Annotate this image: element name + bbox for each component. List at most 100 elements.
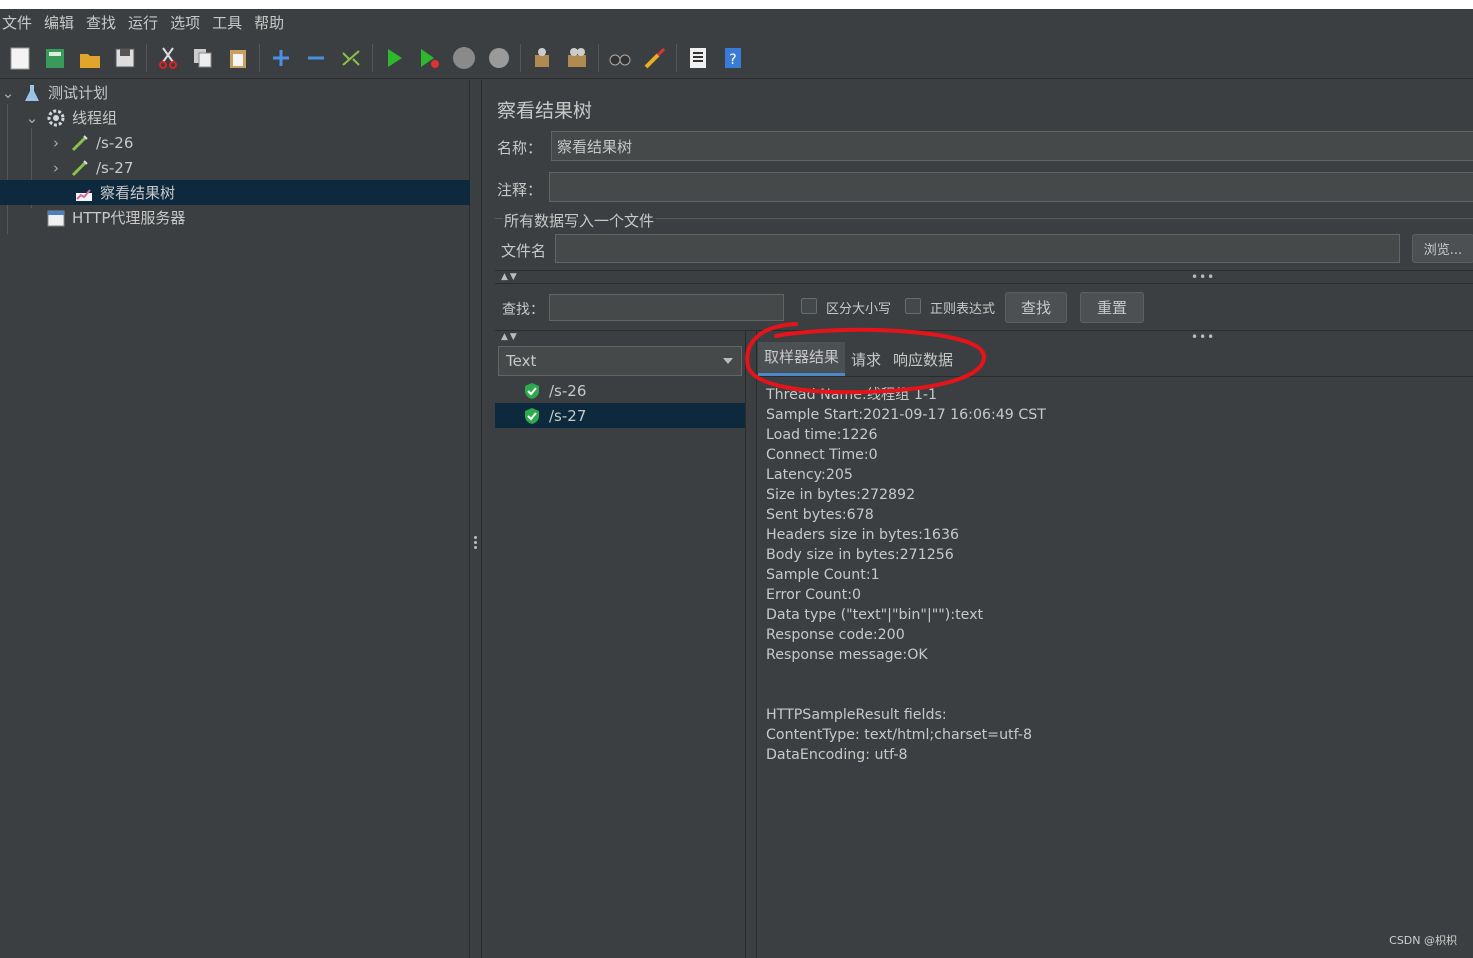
window-icon [46,208,66,228]
chevron-right-icon[interactable]: › [50,159,62,177]
toolbar-separator [259,43,260,72]
toolbar-separator [520,43,521,72]
result-item[interactable]: /s-26 [495,378,745,403]
toolbar-separator [372,43,373,72]
renderer-selected: Text [506,352,537,370]
flask-icon [22,83,42,103]
result-label: /s-26 [549,381,587,400]
templates-icon[interactable] [41,44,69,72]
detail-line: Data type ("text"|"bin"|""):text [766,607,984,623]
comment-label: 注释： [497,181,543,199]
section-divider [495,270,1473,271]
filename-field[interactable] [555,234,1400,263]
reset-button[interactable]: 重置 [1080,292,1144,323]
tree-label: HTTP代理服务器 [72,209,186,227]
comment-field[interactable] [549,172,1473,202]
detail-line: ContentType: text/html;charset=utf-8 [766,727,1032,743]
open-icon[interactable] [76,44,104,72]
results-split-divider[interactable] [745,330,757,958]
toolbar: ? [0,37,1473,79]
start-icon[interactable] [380,44,408,72]
pipette-icon [70,158,90,178]
name-label: 名称： [497,139,543,157]
chevron-down-icon[interactable]: ⌄ [26,109,39,127]
menu-search[interactable]: 查找 [86,12,116,33]
watermark: CSDN @枳枳 [1389,934,1457,947]
detail-line: Load time:1226 [766,427,878,443]
chevron-down-icon[interactable]: ⌄ [2,84,15,102]
tree-label: 察看结果树 [100,184,176,202]
collapse-icon[interactable] [302,44,330,72]
tree-label: 测试计划 [48,84,109,102]
search-icon[interactable] [606,44,634,72]
tree-item-sampler[interactable]: › /s-26 [50,130,133,155]
tree-guide-line [7,104,8,234]
detail-line: HTTPSampleResult fields: [766,707,947,723]
detail-line: Headers size in bytes:1636 [766,527,959,543]
search-label: 查找： [502,302,544,318]
toggle-icon[interactable] [337,44,365,72]
clear-icon[interactable] [528,44,556,72]
detail-line: Response message:OK [766,647,928,663]
tree-item-sampler[interactable]: › /s-27 [50,155,133,180]
toolbar-separator [146,43,147,72]
detail-line [766,665,1466,685]
renderer-select[interactable]: Text [498,346,742,376]
page-title: 察看结果树 [497,100,593,122]
pipette-icon [70,133,90,153]
menu-help[interactable]: 帮助 [254,12,284,33]
browse-button[interactable]: 浏览... [1412,234,1473,263]
cut-icon[interactable] [154,44,182,72]
chevron-down-icon [723,358,733,364]
drag-handle-icon[interactable]: ••• [1191,330,1215,344]
regex-label: 正则表达式 [930,302,996,317]
window-top-strip [0,0,1473,9]
main-split-divider[interactable] [470,80,482,958]
section-divider [495,283,1473,284]
collapse-arrows-icon[interactable]: ▲▼ [501,332,519,342]
start-no-pause-icon[interactable] [415,44,443,72]
detail-line: Sample Count:1 [766,567,880,583]
menu-options[interactable]: 选项 [170,12,200,33]
tree-label: /s-26 [96,133,134,152]
toolbar-separator [676,43,677,72]
tree-item-listener[interactable]: 察看结果树 [0,180,470,205]
result-item[interactable]: /s-27 [495,403,745,428]
drag-handle-icon[interactable]: ••• [1191,270,1215,284]
copy-icon[interactable] [189,44,217,72]
save-icon[interactable] [111,44,139,72]
name-field[interactable]: 察看结果树 [551,131,1473,161]
detail-line: Body size in bytes:271256 [766,547,954,563]
menu-tools[interactable]: 工具 [212,12,242,33]
tree-item-proxy[interactable]: HTTP代理服务器 [46,205,185,230]
case-sensitive-checkbox[interactable] [801,298,817,314]
function-helper-icon[interactable] [684,44,712,72]
help-icon[interactable]: ? [719,44,747,72]
menu-file[interactable]: 文件 [2,12,32,33]
tree-item-test-plan[interactable]: ⌄ 测试计划 [2,80,108,105]
split-handle-icon[interactable] [474,536,478,552]
tree-label: /s-27 [96,158,134,177]
shutdown-icon[interactable] [485,44,513,72]
clear-all-icon[interactable] [563,44,591,72]
regex-checkbox[interactable] [905,298,921,314]
stop-icon[interactable] [450,44,478,72]
detail-line: Latency:205 [766,467,853,483]
detail-line: Connect Time:0 [766,447,878,463]
menu-run[interactable]: 运行 [128,12,158,33]
find-button[interactable]: 查找 [1005,292,1067,323]
menu-edit[interactable]: 编辑 [44,12,74,33]
gear-icon [46,108,66,128]
success-shield-icon [525,407,539,424]
svg-text:?: ? [729,52,736,68]
reset-search-icon[interactable] [641,44,669,72]
chevron-right-icon[interactable]: › [50,134,62,152]
sampler-result-text: Thread Name:线程组 1-1 Sample Start:2021-09… [766,385,1466,765]
paste-icon[interactable] [224,44,252,72]
new-icon[interactable] [6,44,34,72]
collapse-arrows-icon[interactable]: ▲▼ [501,272,519,282]
tree-item-thread-group[interactable]: ⌄ 线程组 [26,105,117,130]
tree-label: 线程组 [72,109,118,127]
expand-icon[interactable] [267,44,295,72]
annotation-circle [745,322,986,395]
